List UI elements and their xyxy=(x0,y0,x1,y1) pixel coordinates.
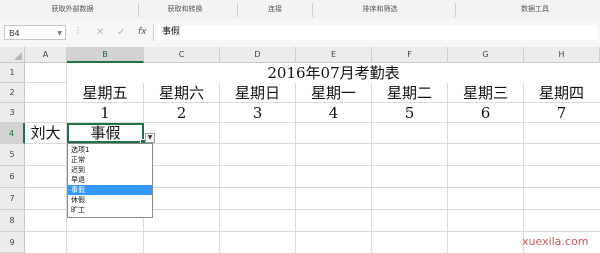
date-cell[interactable]: 1 xyxy=(67,103,143,123)
date-cell[interactable]: 4 xyxy=(296,103,371,123)
column-header-f[interactable]: F xyxy=(372,47,448,63)
weekday-cell[interactable]: 星期一 xyxy=(296,83,371,103)
enter-icon[interactable]: ✓ xyxy=(117,25,125,40)
date-cell[interactable]: 2 xyxy=(144,103,219,123)
ribbon-separator xyxy=(455,3,456,17)
row-header-6[interactable]: 6 xyxy=(0,166,25,188)
row-header-2[interactable]: 2 xyxy=(0,83,25,103)
dropdown-option[interactable]: 正常 xyxy=(68,155,152,165)
active-cell-value: 事假 xyxy=(90,124,121,142)
date-cell[interactable]: 3 xyxy=(220,103,295,123)
name-box[interactable]: B4 ▼ xyxy=(4,25,66,40)
row-header-5[interactable]: 5 xyxy=(0,144,25,166)
ribbon-separator xyxy=(237,3,238,17)
site-watermark: xuexila.com xyxy=(522,235,589,248)
insert-function-button[interactable]: fx xyxy=(138,25,147,40)
column-header-g[interactable]: G xyxy=(448,47,524,63)
chevron-down-icon: ▼ xyxy=(147,134,153,141)
ribbon-group-sort-filter[interactable]: 排序和筛选 xyxy=(330,0,430,19)
formula-bar-separator xyxy=(153,24,154,41)
sheet-title-cell[interactable]: 2016年07月考勤表 xyxy=(67,63,600,83)
column-header-a[interactable]: A xyxy=(25,47,67,63)
date-cell[interactable]: 7 xyxy=(524,103,599,123)
ribbon-group-data-tools[interactable]: 数据工具 xyxy=(480,0,590,19)
validation-dropdown-list: 选项1 正常 迟到 早退 事假 休假 旷工 xyxy=(67,143,153,218)
ribbon-group-get-transform[interactable]: 获取和转换 xyxy=(145,0,225,19)
column-header-d[interactable]: D xyxy=(220,47,296,63)
chevron-down-icon[interactable]: ▼ xyxy=(57,26,62,41)
dropdown-option-highlighted[interactable]: 事假 xyxy=(68,185,152,195)
formula-input[interactable]: 事假 xyxy=(158,25,598,40)
dropdown-option[interactable]: 休假 xyxy=(68,195,152,205)
select-all-triangle-icon xyxy=(14,52,22,60)
dropdown-arrow-button[interactable]: ▼ xyxy=(145,133,155,143)
weekday-cell[interactable]: 星期四 xyxy=(524,83,599,103)
ribbon-separator xyxy=(312,3,313,17)
select-all-button[interactable] xyxy=(0,47,25,63)
row-header-1[interactable]: 1 xyxy=(0,63,25,83)
name-box-value: B4 xyxy=(9,29,20,38)
date-cell[interactable]: 6 xyxy=(448,103,523,123)
dropdown-option[interactable]: 选项1 xyxy=(68,145,152,155)
row-header-3[interactable]: 3 xyxy=(0,103,25,123)
column-header-h[interactable]: H xyxy=(524,47,600,63)
formula-bar: B4 ▼ ⋮ ✕ ✓ fx 事假 xyxy=(0,19,600,48)
ribbon-group-get-external-data[interactable]: 获取外部数据 xyxy=(20,0,125,19)
column-header-c[interactable]: C xyxy=(144,47,220,63)
ribbon-group-strip: 获取外部数据 获取和转换 连接 排序和筛选 数据工具 xyxy=(0,0,600,20)
column-header-b[interactable]: B xyxy=(67,47,144,63)
dropdown-option[interactable]: 迟到 xyxy=(68,165,152,175)
weekday-cell[interactable]: 星期日 xyxy=(220,83,295,103)
formula-bar-grip-icon[interactable]: ⋮ xyxy=(74,26,82,35)
row-header-8[interactable]: 8 xyxy=(0,210,25,232)
row-header-9[interactable]: 9 xyxy=(0,232,25,253)
ribbon-group-connections[interactable]: 连接 xyxy=(250,0,300,19)
column-header-e[interactable]: E xyxy=(296,47,372,63)
employee-name-cell[interactable]: 刘大 xyxy=(25,123,66,143)
dropdown-option[interactable]: 早退 xyxy=(68,175,152,185)
weekday-cell[interactable]: 星期二 xyxy=(372,83,447,103)
dropdown-option[interactable]: 旷工 xyxy=(68,205,152,215)
weekday-cell[interactable]: 星期三 xyxy=(448,83,523,103)
gridline xyxy=(25,231,600,232)
row-header-4[interactable]: 4 xyxy=(0,123,25,144)
date-cell[interactable]: 5 xyxy=(372,103,447,123)
weekday-cell[interactable]: 星期五 xyxy=(67,83,143,103)
weekday-cell[interactable]: 星期六 xyxy=(144,83,219,103)
ribbon-separator xyxy=(138,3,139,17)
cancel-icon[interactable]: ✕ xyxy=(96,25,104,40)
row-header-7[interactable]: 7 xyxy=(0,188,25,210)
